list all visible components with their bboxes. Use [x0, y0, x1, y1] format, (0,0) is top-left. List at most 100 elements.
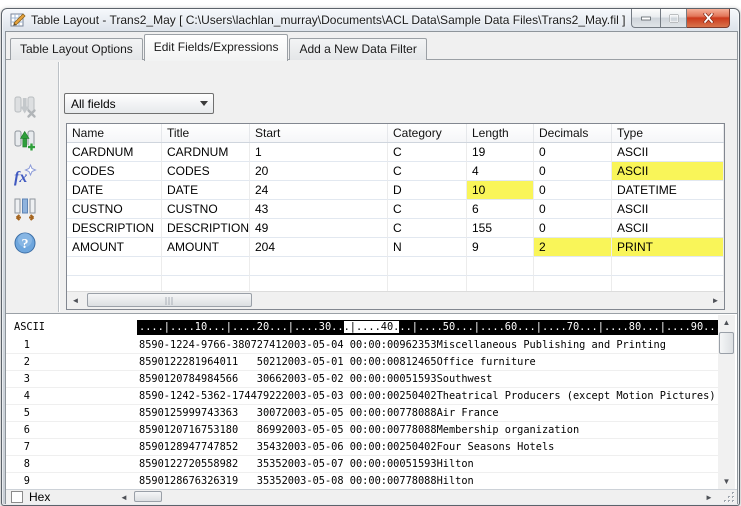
- cell-name[interactable]: DESCRIPTION: [67, 219, 162, 238]
- tab-table-layout-options[interactable]: Table Layout Options: [10, 38, 143, 60]
- scroll-grip: [165, 297, 174, 305]
- cell-length[interactable]: 19: [467, 143, 534, 162]
- column-header-decimals[interactable]: Decimals: [534, 124, 612, 142]
- cell-category[interactable]: N: [388, 238, 467, 257]
- record-number: 3: [8, 371, 30, 387]
- record-row-7[interactable]: 78590128947747852 35432003-05-06 00:00:0…: [6, 439, 718, 456]
- record-row-9[interactable]: 98590128676326319 35352003-05-08 00:00:0…: [6, 473, 718, 490]
- column-header-type[interactable]: Type: [612, 124, 724, 142]
- record-number: 1: [8, 337, 30, 353]
- record-row-4[interactable]: 48590-1242-5362-174479222003-05-03 00:00…: [6, 388, 718, 405]
- shift-fields-button[interactable]: [12, 196, 38, 222]
- cell-start[interactable]: 204: [250, 238, 388, 257]
- field-row-cardnum[interactable]: CARDNUMCARDNUM1C190ASCII: [67, 143, 724, 162]
- scroll-left-icon[interactable]: ◄: [117, 490, 131, 504]
- cell-title[interactable]: CODES: [162, 162, 250, 181]
- field-row-empty: [67, 257, 724, 276]
- cell-category[interactable]: C: [388, 143, 467, 162]
- cell-name[interactable]: AMOUNT: [67, 238, 162, 257]
- field-row-codes[interactable]: CODESCODES20C40ASCII: [67, 162, 724, 181]
- title-bar[interactable]: Table Layout - Trans2_May [ C:\Users\lac…: [2, 9, 739, 31]
- cell-decimals[interactable]: 0: [534, 162, 612, 181]
- fields-table-hscrollbar[interactable]: ◄ ►: [67, 291, 724, 309]
- record-row-6[interactable]: 68590120716753180 86992003-05-05 00:00:0…: [6, 422, 718, 439]
- cell-length[interactable]: 10: [467, 181, 534, 200]
- cell-type[interactable]: ASCII: [612, 162, 724, 181]
- cell-name[interactable]: CODES: [67, 162, 162, 181]
- scroll-left-icon[interactable]: ◄: [67, 292, 84, 309]
- field-row-date[interactable]: DATEDATE24D100DATETIME: [67, 181, 724, 200]
- cell-title[interactable]: AMOUNT: [162, 238, 250, 257]
- cell-decimals[interactable]: 0: [534, 200, 612, 219]
- scroll-down-icon[interactable]: ▼: [718, 474, 735, 489]
- help-button[interactable]: ?: [12, 230, 38, 256]
- record-row-1[interactable]: 18590-1224-9766-380727412003-05-04 00:00…: [6, 337, 718, 354]
- scroll-up-icon[interactable]: ▲: [718, 315, 735, 330]
- add-field-button[interactable]: [12, 128, 38, 154]
- field-filter-dropdown[interactable]: All fields: [64, 93, 214, 114]
- column-header-start[interactable]: Start: [250, 124, 388, 142]
- cell-category[interactable]: C: [388, 219, 467, 238]
- edit-expression-button[interactable]: fx: [12, 162, 38, 188]
- maximize-button[interactable]: [660, 9, 687, 28]
- cell-category: [388, 257, 467, 276]
- cell-type[interactable]: ASCII: [612, 219, 724, 238]
- cell-start[interactable]: 43: [250, 200, 388, 219]
- column-header-category[interactable]: Category: [388, 124, 467, 142]
- cell-decimals[interactable]: 0: [534, 143, 612, 162]
- cell-title[interactable]: DATE: [162, 181, 250, 200]
- cell-start[interactable]: 24: [250, 181, 388, 200]
- cell-start[interactable]: 1: [250, 143, 388, 162]
- record-hscrollbar[interactable]: ◄ ►: [117, 490, 716, 504]
- fields-table-hscroll-thumb[interactable]: [87, 293, 252, 307]
- cell-decimals[interactable]: 0: [534, 219, 612, 238]
- cell-type[interactable]: PRINT: [612, 238, 724, 257]
- column-header-title[interactable]: Title: [162, 124, 250, 142]
- cell-category[interactable]: D: [388, 181, 467, 200]
- column-header-name[interactable]: Name: [67, 124, 162, 142]
- cell-start[interactable]: 49: [250, 219, 388, 238]
- record-row-3[interactable]: 38590120784984566 30662003-05-02 00:00:0…: [6, 371, 718, 388]
- record-preview: ASCII ....|....10...|....20...|....30...…: [6, 313, 737, 490]
- scroll-right-icon[interactable]: ►: [702, 490, 716, 504]
- field-row-amount[interactable]: AMOUNTAMOUNT204N92PRINT: [67, 238, 724, 257]
- cell-length[interactable]: 9: [467, 238, 534, 257]
- cell-type[interactable]: DATETIME: [612, 181, 724, 200]
- field-row-custno[interactable]: CUSTNOCUSTNO43C60ASCII: [67, 200, 724, 219]
- cell-length[interactable]: 155: [467, 219, 534, 238]
- minimize-button[interactable]: [631, 9, 660, 28]
- tab-edit-fields-expressions[interactable]: Edit Fields/Expressions: [144, 34, 289, 61]
- record-vscrollbar[interactable]: ▲ ▼: [718, 315, 735, 489]
- cell-name[interactable]: CARDNUM: [67, 143, 162, 162]
- cell-name[interactable]: DATE: [67, 181, 162, 200]
- cell-decimals[interactable]: 2: [534, 238, 612, 257]
- cell-title[interactable]: CUSTNO: [162, 200, 250, 219]
- record-vscroll-thumb[interactable]: [719, 332, 734, 354]
- record-row-2[interactable]: 28590122281964011 50212003-05-01 00:00:0…: [6, 354, 718, 371]
- field-row-description[interactable]: DESCRIPTIONDESCRIPTION49C1550ASCII: [67, 219, 724, 238]
- record-hscroll-thumb[interactable]: [134, 491, 162, 502]
- cell-title[interactable]: DESCRIPTION: [162, 219, 250, 238]
- delete-field-button[interactable]: [12, 94, 38, 120]
- cell-category[interactable]: C: [388, 162, 467, 181]
- cell-category[interactable]: C: [388, 200, 467, 219]
- down-arrow-delete-icon: [13, 95, 37, 119]
- cell-name[interactable]: CUSTNO: [67, 200, 162, 219]
- cell-decimals[interactable]: 0: [534, 181, 612, 200]
- tab-add-new-data-filter[interactable]: Add a New Data Filter: [289, 38, 426, 60]
- toolbar-divider: [58, 62, 59, 312]
- close-button[interactable]: [687, 9, 730, 28]
- record-row-8[interactable]: 88590122720558982 35352003-05-07 00:00:0…: [6, 456, 718, 473]
- cell-start[interactable]: 20: [250, 162, 388, 181]
- resize-grip[interactable]: [723, 491, 736, 504]
- cell-type[interactable]: ASCII: [612, 143, 724, 162]
- record-row-5[interactable]: 58590125999743363 30072003-05-05 00:00:0…: [6, 405, 718, 422]
- cell-title[interactable]: CARDNUM: [162, 143, 250, 162]
- record-text: 8590120716753180 86992003-05-05 00:00:00…: [139, 422, 579, 438]
- cell-length[interactable]: 6: [467, 200, 534, 219]
- cell-length[interactable]: 4: [467, 162, 534, 181]
- hex-checkbox[interactable]: [11, 491, 23, 503]
- scroll-right-icon[interactable]: ►: [707, 292, 724, 309]
- column-header-length[interactable]: Length: [467, 124, 534, 142]
- cell-type[interactable]: ASCII: [612, 200, 724, 219]
